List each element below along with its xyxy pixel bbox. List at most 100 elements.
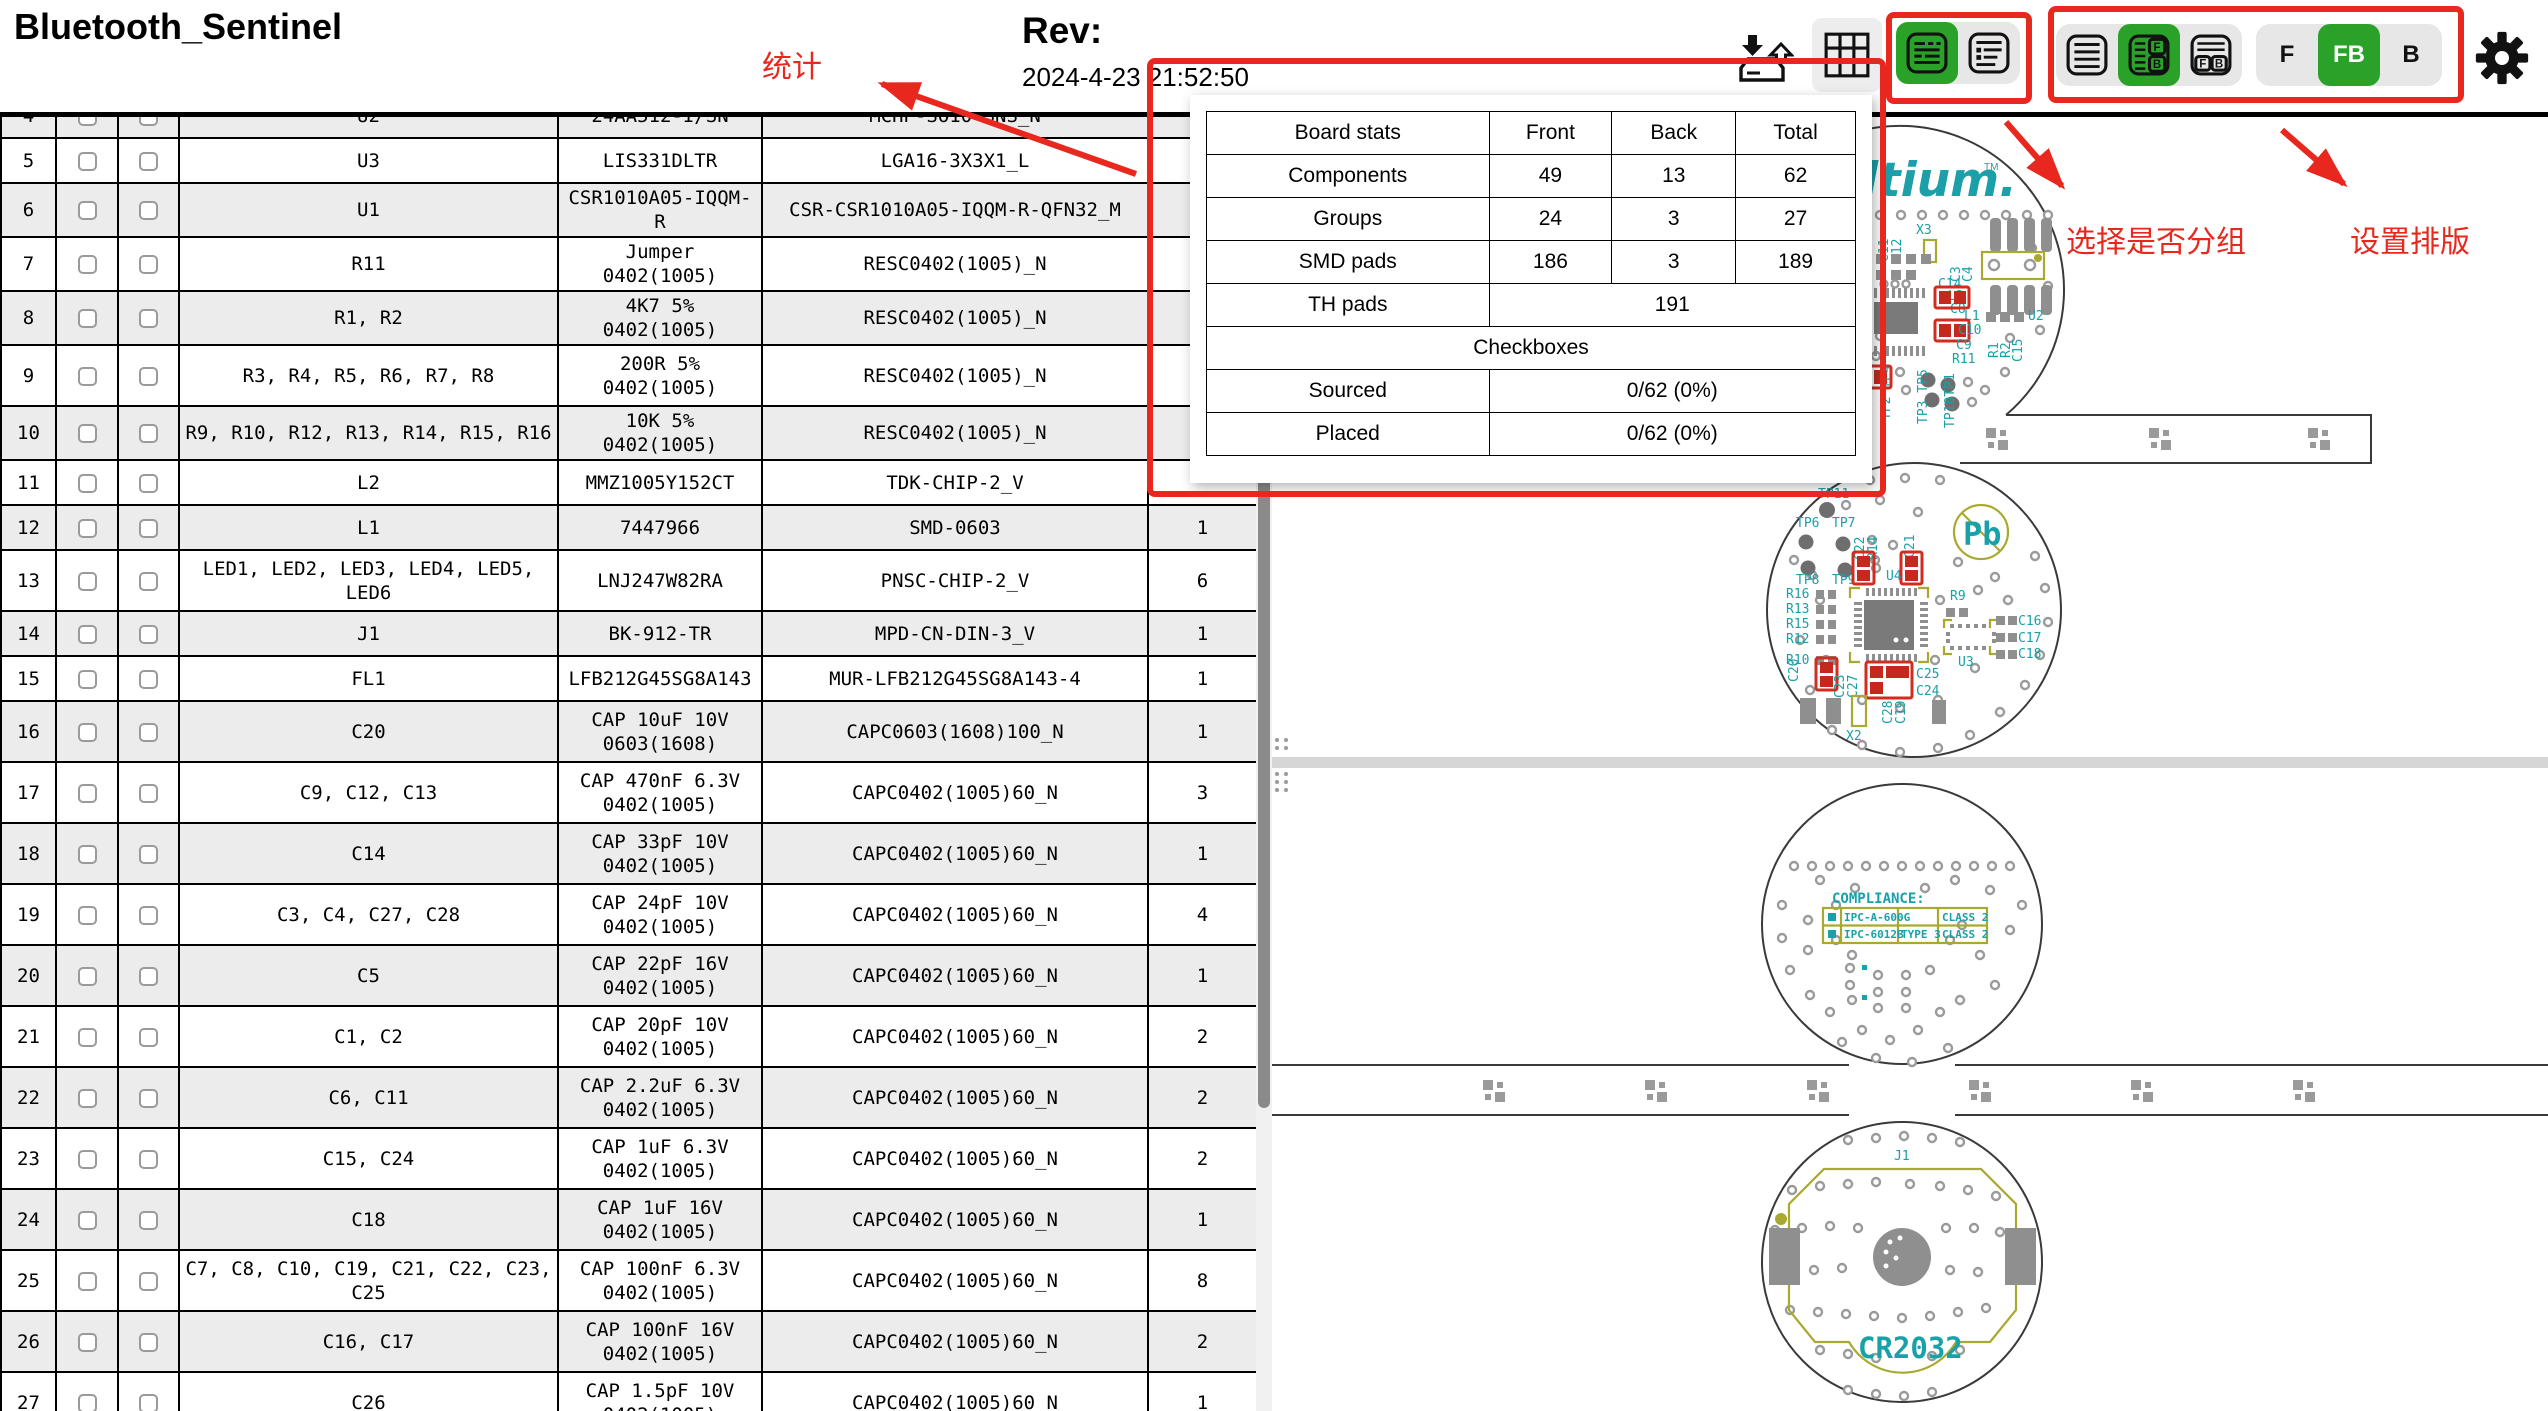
bom-row[interactable]: 14J1BK-912-TRMPD-CN-DIN-3_V1 <box>1 611 1256 656</box>
sourced-checkbox[interactable] <box>78 784 97 803</box>
sourced-cell <box>56 1372 118 1411</box>
bom-row[interactable]: 11L2MMZ1005Y152CTTDK-CHIP-2_V <box>1 460 1256 505</box>
placed-checkbox[interactable] <box>139 1089 158 1108</box>
footprint-cell: MUR-LFB212G45SG8A143-4 <box>762 656 1148 701</box>
placed-checkbox[interactable] <box>139 367 158 386</box>
placed-checkbox[interactable] <box>139 1394 158 1411</box>
bom-row[interactable]: 12L17447966SMD-06031 <box>1 505 1256 550</box>
sourced-checkbox[interactable] <box>78 255 97 274</box>
qfn-chip[interactable] <box>1850 588 1928 662</box>
bom-row[interactable]: 19C3, C4, C27, C28CAP 24pF 10V 0402(1005… <box>1 884 1256 945</box>
bom-row[interactable]: 21C1, C2CAP 20pF 10V 0402(1005)CAPC0402(… <box>1 1006 1256 1067</box>
bom-row[interactable]: 4U224AA512-I/SNMCHP-SO10-SNS_N <box>1 117 1256 138</box>
placed-checkbox[interactable] <box>139 255 158 274</box>
sourced-checkbox[interactable] <box>78 474 97 493</box>
placed-checkbox[interactable] <box>139 309 158 328</box>
row-number: 13 <box>1 550 56 611</box>
placed-checkbox[interactable] <box>139 474 158 493</box>
placed-cell <box>118 291 179 345</box>
placed-checkbox[interactable] <box>139 784 158 803</box>
bom-row[interactable]: 9R3, R4, R5, R6, R7, R8200R 5% 0402(1005… <box>1 345 1256 406</box>
front-only-button[interactable]: F <box>2256 24 2318 86</box>
silkscreen-label: C9 <box>1956 338 1972 353</box>
placed-checkbox[interactable] <box>139 1333 158 1352</box>
placed-checkbox[interactable] <box>139 1150 158 1169</box>
sourced-checkbox[interactable] <box>78 367 97 386</box>
placed-checkbox[interactable] <box>139 1272 158 1291</box>
value-cell: CAP 10uF 10V 0603(1608) <box>558 701 762 762</box>
pcb-back-canvas[interactable]: COMPLIANCE: IPC-A-600G CLASS 2 IPC-6012B… <box>1272 784 2548 1402</box>
placed-cell <box>118 1189 179 1250</box>
placed-checkbox[interactable] <box>139 845 158 864</box>
canvas-divider[interactable] <box>1272 757 2548 768</box>
front-back-button[interactable]: FB <box>2318 24 2380 86</box>
bom-row[interactable]: 6U1CSR1010A05-IQQM-RCSR-CSR1010A05-IQQM-… <box>1 183 1256 237</box>
sourced-checkbox[interactable] <box>78 1394 97 1411</box>
save-settings-button[interactable] <box>1736 28 1794 86</box>
sourced-checkbox[interactable] <box>78 1150 97 1169</box>
sourced-checkbox[interactable] <box>78 845 97 864</box>
sourced-checkbox[interactable] <box>78 906 97 925</box>
placed-checkbox[interactable] <box>139 1211 158 1230</box>
left-right-layout-button[interactable]: F B <box>2118 24 2180 86</box>
bom-row[interactable]: 24C18CAP 1uF 16V 0402(1005)CAPC0402(1005… <box>1 1189 1256 1250</box>
sourced-checkbox[interactable] <box>78 967 97 986</box>
sourced-checkbox[interactable] <box>78 1028 97 1047</box>
placed-checkbox[interactable] <box>139 572 158 591</box>
placed-checkbox[interactable] <box>139 723 158 742</box>
bom-row[interactable]: 10R9, R10, R12, R13, R14, R15, R1610K 5%… <box>1 406 1256 460</box>
bom-row[interactable]: 22C6, C11CAP 2.2uF 6.3V 0402(1005)CAPC04… <box>1 1067 1256 1128</box>
sourced-checkbox[interactable] <box>78 1272 97 1291</box>
bom-row[interactable]: 26C16, C17CAP 100nF 16V 0402(1005)CAPC04… <box>1 1311 1256 1372</box>
placed-checkbox[interactable] <box>139 625 158 644</box>
placed-checkbox[interactable] <box>139 424 158 443</box>
sourced-checkbox[interactable] <box>78 152 97 171</box>
grouped-view-button[interactable] <box>1896 22 1958 84</box>
placed-checkbox[interactable] <box>139 906 158 925</box>
placed-checkbox[interactable] <box>139 967 158 986</box>
sourced-checkbox[interactable] <box>78 519 97 538</box>
ungrouped-view-button[interactable] <box>1958 22 2020 84</box>
bom-row[interactable]: 17C9, C12, C13CAP 470nF 6.3V 0402(1005)C… <box>1 762 1256 823</box>
back-only-button[interactable]: B <box>2380 24 2442 86</box>
bom-row[interactable]: 15FL1LFB212G45SG8A143MUR-LFB212G45SG8A14… <box>1 656 1256 701</box>
sourced-checkbox[interactable] <box>78 572 97 591</box>
sourced-checkbox[interactable] <box>78 723 97 742</box>
highlighted-pad-group[interactable] <box>1866 662 1912 698</box>
bom-row[interactable]: 25C7, C8, C10, C19, C21, C22, C23, C25CA… <box>1 1250 1256 1311</box>
column-settings-button[interactable] <box>1812 18 1882 92</box>
sourced-checkbox[interactable] <box>78 424 97 443</box>
placed-checkbox[interactable] <box>139 670 158 689</box>
row-number: 25 <box>1 1250 56 1311</box>
stats-popup: Board stats Front Back Total Components … <box>1190 95 1872 483</box>
bom-row[interactable]: 8R1, R24K7 5% 0402(1005)RESC0402(1005)_N <box>1 291 1256 345</box>
bom-row[interactable]: 23C15, C24CAP 1uF 6.3V 0402(1005)CAPC040… <box>1 1128 1256 1189</box>
bom-row[interactable]: 20C5CAP 22pF 16V 0402(1005)CAPC0402(1005… <box>1 945 1256 1006</box>
sourced-checkbox[interactable] <box>78 1089 97 1108</box>
sourced-checkbox[interactable] <box>78 1333 97 1352</box>
sourced-checkbox[interactable] <box>78 625 97 644</box>
placed-checkbox[interactable] <box>139 201 158 220</box>
bom-row[interactable]: 16C20CAP 10uF 10V 0603(1608)CAPC0603(160… <box>1 701 1256 762</box>
placed-checkbox[interactable] <box>139 117 158 126</box>
stats-value: 3 <box>1612 241 1736 284</box>
bom-row[interactable]: 27C26CAP 1.5pF 10V 0402(1005)CAPC0402(10… <box>1 1372 1256 1411</box>
sourced-checkbox[interactable] <box>78 670 97 689</box>
sourced-checkbox[interactable] <box>78 201 97 220</box>
placed-checkbox[interactable] <box>139 152 158 171</box>
bom-only-layout-button[interactable] <box>2056 24 2118 86</box>
bom-row[interactable]: 7R11Jumper 0402(1005)RESC0402(1005)_N <box>1 237 1256 291</box>
sourced-cell <box>56 611 118 656</box>
bom-row[interactable]: 5U3LIS331DLTRLGA16-3X3X1_L <box>1 138 1256 183</box>
bom-row[interactable]: 18C14CAP 33pF 10V 0402(1005)CAPC0402(100… <box>1 823 1256 884</box>
row-number: 12 <box>1 505 56 550</box>
settings-gear-button[interactable] <box>2474 30 2530 86</box>
bom-row[interactable]: 13LED1, LED2, LED3, LED4, LED5, LED6LNJ2… <box>1 550 1256 611</box>
footprint-cell: LGA16-3X3X1_L <box>762 138 1148 183</box>
placed-checkbox[interactable] <box>139 1028 158 1047</box>
placed-checkbox[interactable] <box>139 519 158 538</box>
top-bottom-layout-button[interactable]: F B <box>2180 24 2242 86</box>
sourced-checkbox[interactable] <box>78 1211 97 1230</box>
sourced-checkbox[interactable] <box>78 117 97 126</box>
sourced-checkbox[interactable] <box>78 309 97 328</box>
